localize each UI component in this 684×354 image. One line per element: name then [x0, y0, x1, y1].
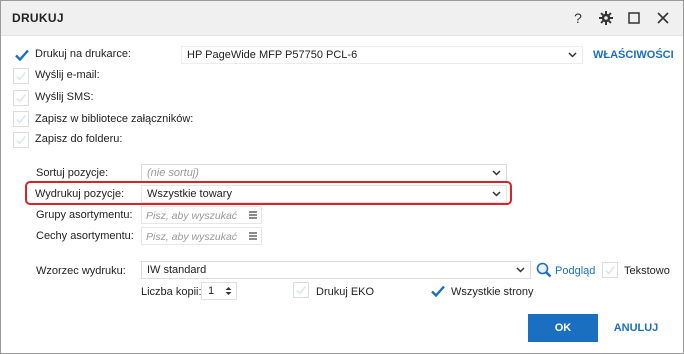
list-menu-icon[interactable]: [249, 211, 257, 219]
print-printer-checkbox[interactable]: [13, 46, 29, 62]
printer-properties-link[interactable]: WŁAŚCIWOŚCI: [593, 49, 674, 61]
highlight-frame: [25, 181, 512, 205]
chevron-down-icon: [568, 52, 577, 58]
copies-label: Liczba kopii:: [141, 286, 202, 298]
checkmark-icon: [16, 115, 26, 124]
chevron-down-icon: [516, 267, 525, 273]
checkmark-icon: [605, 266, 615, 275]
save-attachments-label: Zapisz w bibliotece załączników:: [35, 113, 194, 125]
settings-button[interactable]: [595, 7, 617, 29]
checkmark-icon: [296, 286, 306, 295]
template-select[interactable]: IW standard: [141, 261, 531, 279]
copies-value: 1: [208, 285, 215, 297]
text-mode-label: Tekstowo: [624, 265, 670, 277]
save-folder-checkbox[interactable]: [13, 132, 29, 148]
cancel-button[interactable]: ANULUJ: [601, 314, 671, 342]
save-folder-label: Zapisz do folderu:: [35, 133, 123, 145]
title-bar: DRUKUJ ?: [1, 1, 683, 36]
magnifier-icon: [536, 262, 552, 278]
template-select-value: IW standard: [147, 264, 207, 276]
checkmark-icon: [16, 136, 26, 145]
send-sms-label: Wyślij SMS:: [35, 91, 94, 103]
ok-button[interactable]: OK: [528, 314, 598, 342]
checkmark-icon: [16, 72, 26, 81]
send-sms-checkbox[interactable]: [13, 90, 29, 106]
save-attachments-checkbox[interactable]: [13, 111, 29, 127]
preview-button[interactable]: [536, 262, 552, 278]
checkmark-icon: [431, 285, 445, 298]
sort-select-value: (nie sortuj): [147, 167, 199, 179]
checkmark-icon: [16, 94, 26, 103]
print-dialog: DRUKUJ ? Drukuj na drukarce: Wyślij e-ma…: [0, 0, 684, 354]
template-label: Wzorzec wydruku:: [36, 265, 126, 277]
close-icon: [657, 12, 669, 24]
print-printer-label: Drukuj na drukarce:: [35, 48, 131, 60]
checkmark-icon: [15, 49, 29, 62]
assortment-groups-input[interactable]: Pisz, aby wyszukać: [141, 206, 262, 224]
sort-select[interactable]: (nie sortuj): [141, 164, 507, 182]
text-mode-checkbox[interactable]: [602, 262, 618, 278]
chevron-down-icon: [492, 170, 501, 176]
send-email-checkbox[interactable]: [13, 68, 29, 84]
eco-checkbox[interactable]: [293, 282, 309, 298]
list-menu-icon[interactable]: [249, 232, 257, 240]
assortment-groups-placeholder: Pisz, aby wyszukać: [146, 210, 238, 222]
assortment-groups-label: Grupy asortymentu:: [36, 209, 133, 221]
stepper-arrows-icon[interactable]: [225, 286, 232, 296]
sort-label: Sortuj pozycje:: [36, 167, 109, 179]
assortment-features-placeholder: Pisz, aby wyszukać: [146, 231, 238, 243]
preview-link[interactable]: Podgląd: [555, 265, 595, 277]
assortment-features-label: Cechy asortymentu:: [36, 230, 134, 242]
eco-label: Drukuj EKO: [316, 286, 375, 298]
maximize-icon: [628, 12, 640, 24]
copies-stepper[interactable]: 1: [201, 282, 237, 300]
printer-select-value: HP PageWide MFP P57750 PCL-6: [187, 49, 358, 61]
all-pages-label: Wszystkie strony: [451, 286, 534, 298]
all-pages-checkbox[interactable]: [429, 282, 445, 298]
dialog-title: DRUKUJ: [12, 11, 64, 25]
help-icon: ?: [574, 10, 582, 26]
close-button[interactable]: [652, 7, 674, 29]
maximize-button[interactable]: [623, 7, 645, 29]
assortment-features-input[interactable]: Pisz, aby wyszukać: [141, 227, 262, 245]
help-button[interactable]: ?: [567, 7, 589, 29]
gear-icon: [599, 11, 613, 25]
send-email-label: Wyślij e-mail:: [35, 69, 100, 81]
printer-select[interactable]: HP PageWide MFP P57750 PCL-6: [181, 46, 583, 64]
